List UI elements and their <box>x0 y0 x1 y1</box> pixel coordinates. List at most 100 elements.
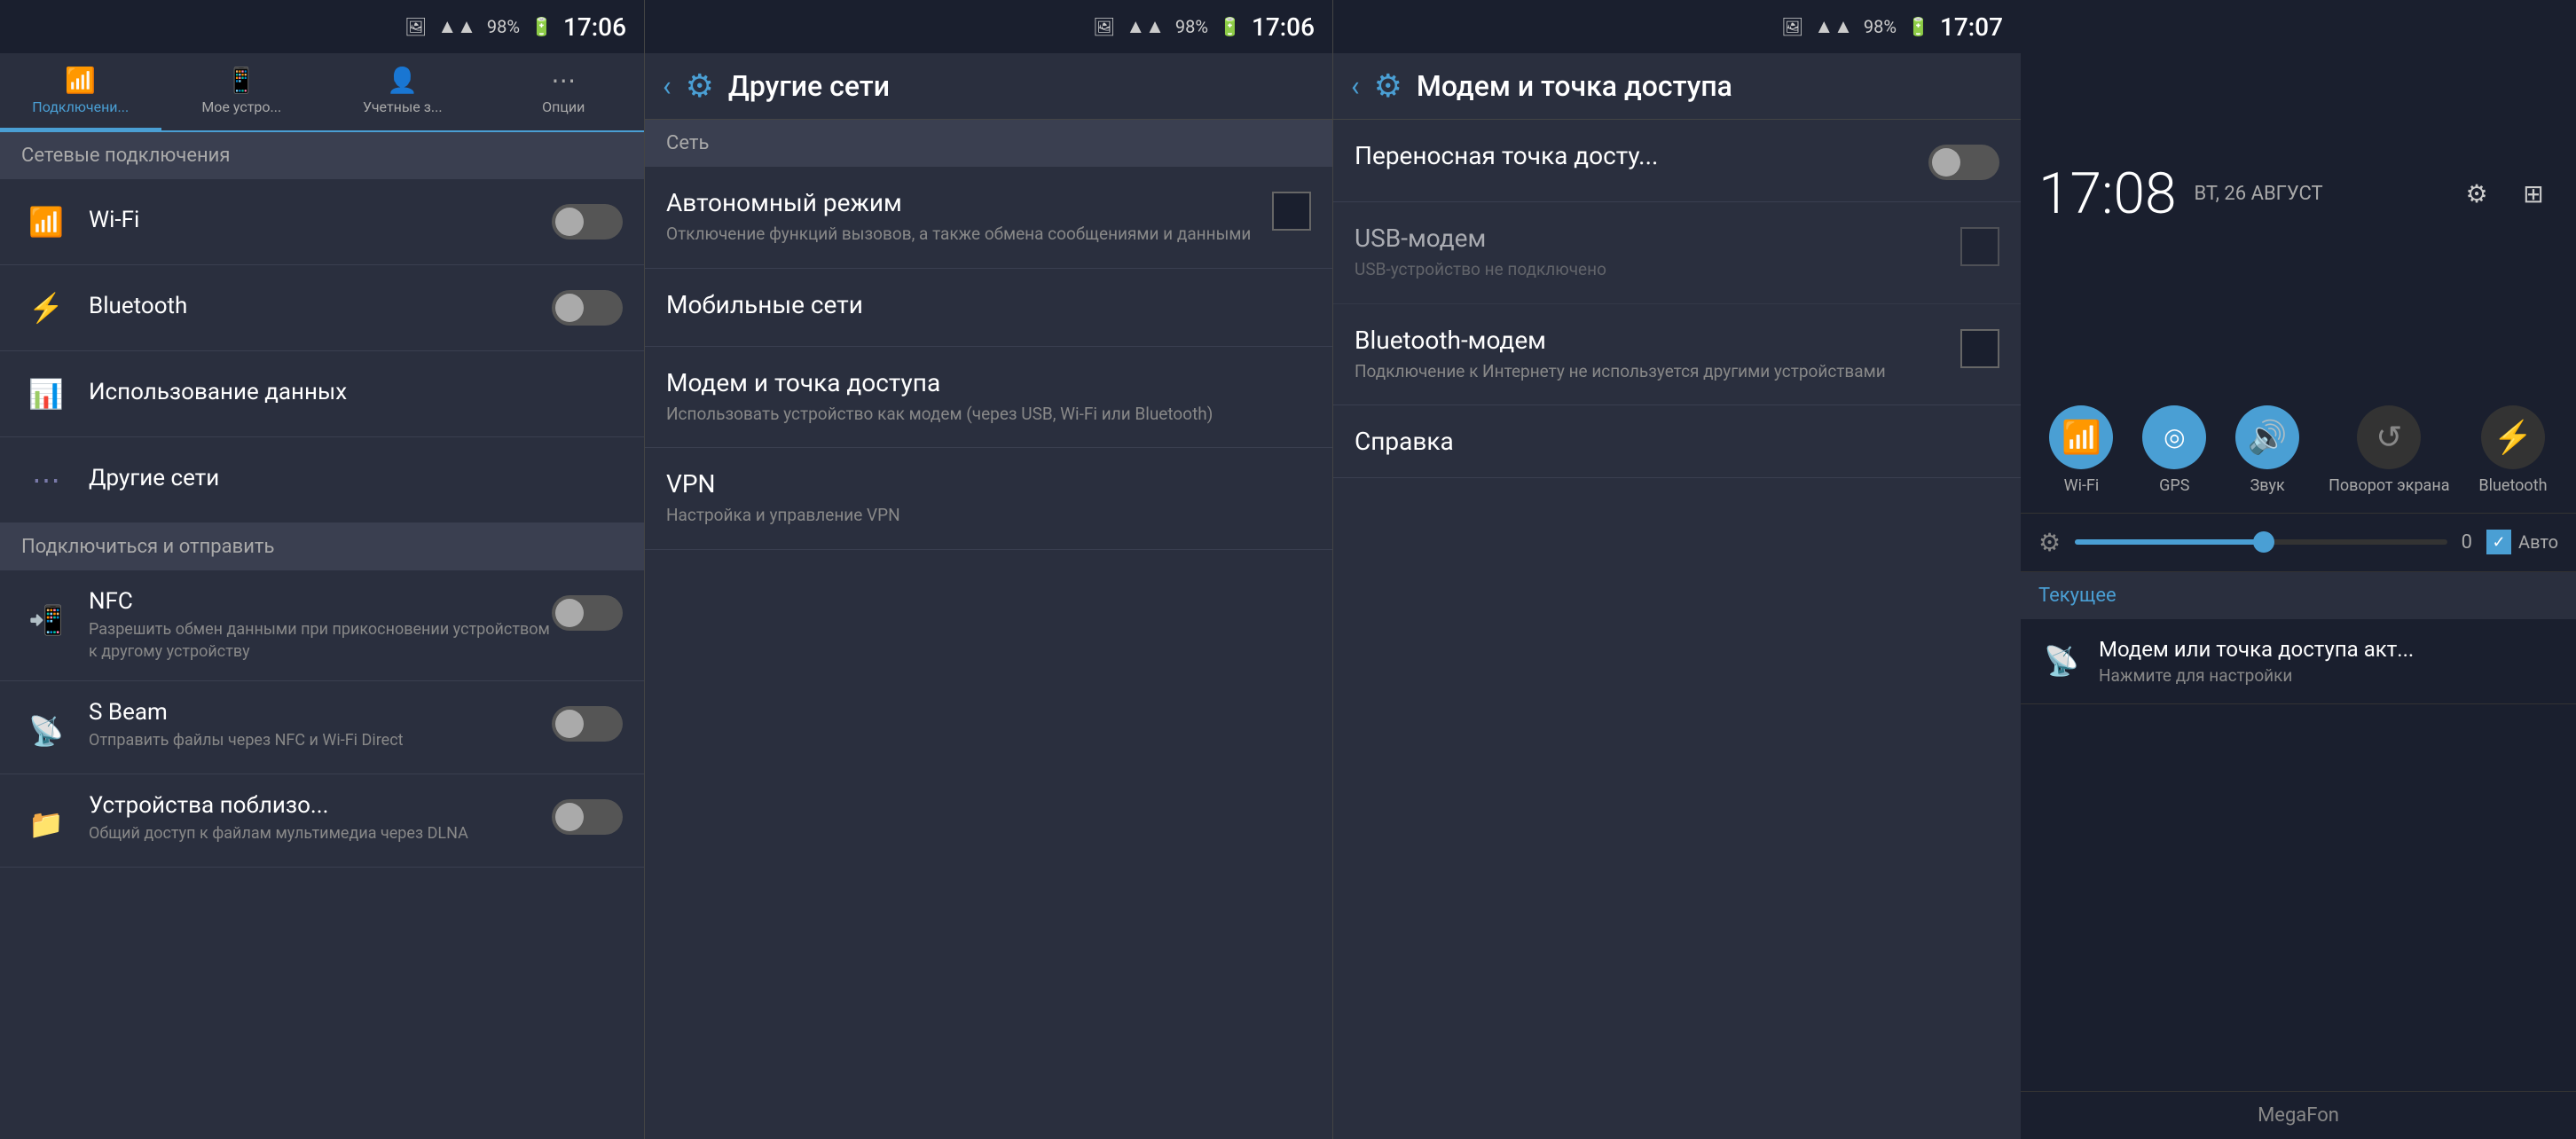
nearby-toggle-knob <box>555 803 584 831</box>
wifi-toggle[interactable] <box>552 204 623 240</box>
airplane-title: Автономный режим <box>666 188 1258 217</box>
notification-modem[interactable]: 📡 Модем или точка доступа акт... Нажмите… <box>2021 619 2576 704</box>
qt-wifi[interactable]: 📶 Wi-Fi <box>2049 405 2113 495</box>
sbeam-subtitle: Отправить файлы через NFC и Wi-Fi Direct <box>89 729 552 751</box>
notif-icon: 📡 <box>2038 638 2085 684</box>
справка-title: Справка <box>1355 427 1999 456</box>
sbeam-toggle-knob <box>555 710 584 738</box>
hotspot-toggle[interactable] <box>1928 145 1999 180</box>
modem-item-hotspot[interactable]: Переносная точка досту... <box>1333 120 2021 202</box>
nfc-subtitle: Разрешить обмен данными при прикосновени… <box>89 618 552 663</box>
nfc-toggle[interactable] <box>552 595 623 631</box>
bluetooth-icon: ⚡ <box>21 283 71 333</box>
net-item-airplane[interactable]: Автономный режим Отключение функций вызо… <box>645 167 1332 269</box>
usb-content: USB-модем USB-устройство не подключено <box>1355 224 1946 282</box>
tab-accounts-label: Учетные з... <box>363 98 443 115</box>
image-icon-3: 🖼 <box>1781 16 1803 37</box>
bluetooth-toggle[interactable] <box>552 290 623 326</box>
settings-item-bluetooth[interactable]: ⚡ Bluetooth <box>0 265 644 351</box>
nearby-toggle[interactable] <box>552 799 623 835</box>
usb-checkbox[interactable] <box>1960 227 1999 266</box>
qt-sound[interactable]: 🔊 Звук <box>2235 405 2299 495</box>
accounts-icon: 👤 <box>387 66 418 95</box>
carrier-text: MegaFon <box>2258 1104 2339 1127</box>
modem-item-usb[interactable]: USB-модем USB-устройство не подключено <box>1333 202 2021 304</box>
brightness-icon[interactable]: ⚙ <box>2038 528 2061 557</box>
tab-mydevice-label: Мое устро... <box>201 98 281 115</box>
net-item-modem[interactable]: Модем и точка доступа Использовать устро… <box>645 347 1332 449</box>
net-item-vpn[interactable]: VPN Настройка и управление VPN <box>645 448 1332 550</box>
quick-toggles: 📶 Wi-Fi ◎ GPS 🔊 Звук ↺ Поворот экрана ⚡ … <box>2021 388 2576 514</box>
back-button-2[interactable]: ‹ <box>663 69 671 103</box>
signal-icon-1: ▲▲ <box>437 15 476 38</box>
brightness-value: 0 <box>2462 531 2472 554</box>
back-button-3[interactable]: ‹ <box>1351 69 1360 103</box>
tab-mydevice[interactable]: 📱 Мое устро... <box>161 53 323 130</box>
qt-rotate-icon: ↺ <box>2357 405 2421 469</box>
brightness-slider[interactable] <box>2075 539 2447 545</box>
other-title: Другие сети <box>89 465 623 491</box>
other-icon: ⋯ <box>21 455 71 505</box>
usb-subtitle: USB-устройство не подключено <box>1355 258 1946 282</box>
modem-title: Модем и точка доступа <box>666 368 1311 397</box>
sbeam-toggle[interactable] <box>552 706 623 742</box>
net-item-mobile[interactable]: Мобильные сети <box>645 269 1332 347</box>
settings-item-wifi[interactable]: 📶 Wi-Fi <box>0 179 644 265</box>
bluetooth-toggle-knob <box>555 294 584 322</box>
notif-title: Модем или точка доступа акт... <box>2099 637 2558 662</box>
nearby-subtitle: Общий доступ к файлам мультимедиа через … <box>89 822 552 844</box>
data-icon: 📊 <box>21 369 71 419</box>
settings-item-other[interactable]: ⋯ Другие сети <box>0 437 644 523</box>
settings-item-nearby[interactable]: 📁 Устройства поблизо... Общий доступ к ф… <box>0 774 644 868</box>
settings-item-sbeam[interactable]: 📡 S Beam Отправить файлы через NFC и Wi-… <box>0 681 644 774</box>
tab-connections-label: Подключени... <box>32 98 129 115</box>
auto-brightness-toggle[interactable]: ✓ Авто <box>2486 530 2558 554</box>
tab-connections[interactable]: 📶 Подключени... <box>0 53 161 130</box>
settings-item-data[interactable]: 📊 Использование данных <box>0 351 644 437</box>
vpn-subtitle: Настройка и управление VPN <box>666 504 1311 528</box>
qt-rotate[interactable]: ↺ Поворот экрана <box>2329 405 2449 495</box>
airplane-checkbox[interactable] <box>1272 192 1311 231</box>
panel-modem-hotspot: 🖼 ▲▲ 98% 🔋 17:07 ‹ ⚙ Модем и точка досту… <box>1332 0 2021 1139</box>
modem-content: Модем и точка доступа Использовать устро… <box>666 368 1311 427</box>
panel4-content: 17:08 ВТ, 26 АВГУСТ ⚙ ⊞ 📶 Wi-Fi ◎ GPS 🔊 … <box>2021 0 2576 1139</box>
data-title: Использование данных <box>89 379 623 405</box>
tab-options[interactable]: ⋯ Опции <box>483 53 645 130</box>
modem-subtitle: Использовать устройство как модем (через… <box>666 403 1311 427</box>
other-networks-title: Другие сети <box>728 69 890 103</box>
notif-content: Модем или точка доступа акт... Нажмите д… <box>2099 637 2558 686</box>
tab-accounts[interactable]: 👤 Учетные з... <box>322 53 483 130</box>
battery-pct-3: 98% <box>1864 16 1897 37</box>
bt-checkbox[interactable] <box>1960 329 1999 368</box>
airplane-subtitle: Отключение функций вызовов, а также обме… <box>666 223 1258 247</box>
modem-item-bt[interactable]: Bluetooth-модем Подключение к Интернету … <box>1333 304 2021 406</box>
panel-quick-settings: 17:08 ВТ, 26 АВГУСТ ⚙ ⊞ 📶 Wi-Fi ◎ GPS 🔊 … <box>2021 0 2576 1139</box>
mobile-title: Мобильные сети <box>666 290 1311 319</box>
auto-check-icon: ✓ <box>2486 530 2511 554</box>
battery-icon-1: 🔋 <box>530 16 553 37</box>
current-section-header: Текущее <box>2021 572 2576 619</box>
grid-button[interactable]: ⊞ <box>2509 169 2558 218</box>
hotspot-title: Переносная точка досту... <box>1355 141 1914 170</box>
current-label: Текущее <box>2038 585 2117 607</box>
other-networks-header: ‹ ⚙ Другие сети <box>645 53 1332 120</box>
settings-item-nfc[interactable]: 📲 NFC Разрешить обмен данными при прикос… <box>0 570 644 681</box>
nfc-toggle-knob <box>555 599 584 627</box>
wifi-toggle-knob <box>555 208 584 236</box>
mobile-content: Мобильные сети <box>666 290 1311 325</box>
qt-sound-label: Звук <box>2250 476 2285 495</box>
network-settings-list: 📶 Wi-Fi ⚡ Bluetooth 📊 Использование данн… <box>0 179 644 1139</box>
image-icon-2: 🖼 <box>1093 16 1115 37</box>
usb-title: USB-модем <box>1355 224 1946 253</box>
data-content: Использование данных <box>89 379 623 409</box>
settings-button[interactable]: ⚙ <box>2452 169 2501 218</box>
bt-content: Bluetooth-модем Подключение к Интернету … <box>1355 326 1946 384</box>
bluetooth-content: Bluetooth <box>89 293 552 323</box>
mydevice-icon: 📱 <box>226 66 257 95</box>
nfc-title: NFC <box>89 588 552 615</box>
qt-bluetooth[interactable]: ⚡ Bluetooth <box>2478 405 2547 495</box>
справка-item[interactable]: Справка <box>1333 405 2021 478</box>
sbeam-title: S Beam <box>89 699 552 726</box>
qt-gps[interactable]: ◎ GPS <box>2142 405 2206 495</box>
qt-sound-icon: 🔊 <box>2235 405 2299 469</box>
